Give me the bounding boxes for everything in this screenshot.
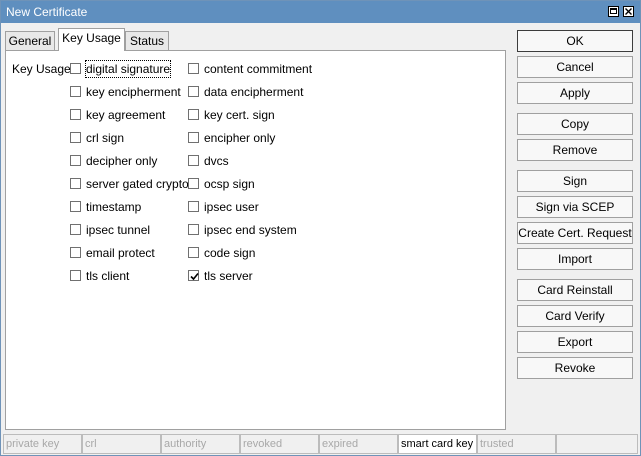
checkbox-icon[interactable]: [70, 63, 81, 74]
status-trusted: trusted: [477, 434, 556, 454]
checkbox-icon[interactable]: [188, 224, 199, 235]
status-private-key: private key: [3, 434, 82, 454]
checkbox-icon[interactable]: [188, 109, 199, 120]
checkbox-icon[interactable]: [188, 155, 199, 166]
ok-button[interactable]: OK: [517, 30, 633, 52]
import-button[interactable]: Import: [517, 248, 633, 270]
card-reinstall-button[interactable]: Card Reinstall: [517, 279, 633, 301]
checkbox-icon[interactable]: [70, 178, 81, 189]
checkbox-icon[interactable]: [70, 155, 81, 166]
status-empty: [556, 434, 638, 454]
status-revoked: revoked: [240, 434, 319, 454]
checkbox-label[interactable]: ipsec tunnel: [86, 222, 150, 238]
checkbox-icon[interactable]: [70, 132, 81, 143]
checkbox-label[interactable]: key agreement: [86, 107, 165, 123]
checkbox-icon[interactable]: [70, 270, 81, 281]
certificate-window: New Certificate General Key Usage Status…: [0, 0, 641, 456]
export-button[interactable]: Export: [517, 331, 633, 353]
copy-button[interactable]: Copy: [517, 113, 633, 135]
cancel-button[interactable]: Cancel: [517, 56, 633, 78]
checkbox-icon[interactable]: [188, 201, 199, 212]
tab-general[interactable]: General: [5, 31, 55, 50]
revoke-button[interactable]: Revoke: [517, 357, 633, 379]
checkbox-label[interactable]: tls client: [86, 268, 129, 284]
window-title: New Certificate: [6, 5, 88, 19]
checkbox-label[interactable]: content commitment: [204, 61, 312, 77]
checkbox-icon[interactable]: [70, 201, 81, 212]
checkbox-label[interactable]: ipsec end system: [204, 222, 297, 238]
remove-button[interactable]: Remove: [517, 139, 633, 161]
key-usage-label: Key Usage:: [12, 62, 75, 76]
checkbox-label[interactable]: ocsp sign: [204, 176, 255, 192]
checkbox-icon[interactable]: [188, 132, 199, 143]
card-verify-button[interactable]: Card Verify: [517, 305, 633, 327]
checkbox-label[interactable]: decipher only: [86, 153, 157, 169]
checkbox-label[interactable]: digital signature: [84, 60, 172, 78]
sign-button[interactable]: Sign: [517, 170, 633, 192]
title-bar[interactable]: New Certificate: [1, 1, 640, 23]
apply-button[interactable]: Apply: [517, 82, 633, 104]
tab-key-usage[interactable]: Key Usage: [58, 28, 125, 51]
status-bar: private key crl authority revoked expire…: [3, 434, 639, 454]
checkbox-icon[interactable]: [188, 86, 199, 97]
checkbox-icon[interactable]: [70, 86, 81, 97]
checkbox-label[interactable]: key cert. sign: [204, 107, 275, 123]
checkbox-label[interactable]: dvcs: [204, 153, 229, 169]
checkbox-icon[interactable]: [70, 247, 81, 258]
status-crl: crl: [82, 434, 161, 454]
checkbox-label[interactable]: tls server: [204, 268, 253, 284]
status-authority: authority: [161, 434, 240, 454]
checked-checkbox-icon[interactable]: [188, 270, 199, 281]
key-usage-panel: Key Usage: digital signature key encipher…: [5, 50, 506, 430]
checkbox-icon[interactable]: [70, 109, 81, 120]
sign-via-scep-button[interactable]: Sign via SCEP: [517, 196, 633, 218]
close-icon[interactable]: [623, 6, 634, 17]
checkbox-icon[interactable]: [70, 224, 81, 235]
checkbox-label[interactable]: encipher only: [204, 130, 275, 146]
checkbox-label[interactable]: timestamp: [86, 199, 141, 215]
create-cert-request-button[interactable]: Create Cert. Request: [517, 222, 633, 244]
checkbox-icon[interactable]: [188, 63, 199, 74]
checkbox-icon[interactable]: [188, 178, 199, 189]
checkbox-label[interactable]: crl sign: [86, 130, 124, 146]
maximize-icon[interactable]: [608, 6, 619, 17]
status-smart-card-key: smart card key: [398, 434, 477, 454]
tab-status[interactable]: Status: [125, 31, 169, 50]
checkbox-label[interactable]: email protect: [86, 245, 155, 261]
checkbox-icon[interactable]: [188, 247, 199, 258]
checkbox-label[interactable]: server gated crypto: [86, 176, 189, 192]
checkbox-label[interactable]: data encipherment: [204, 84, 303, 100]
status-expired: expired: [319, 434, 398, 454]
checkbox-label[interactable]: code sign: [204, 245, 255, 261]
checkbox-label[interactable]: ipsec user: [204, 199, 259, 215]
checkbox-label[interactable]: key encipherment: [86, 84, 181, 100]
